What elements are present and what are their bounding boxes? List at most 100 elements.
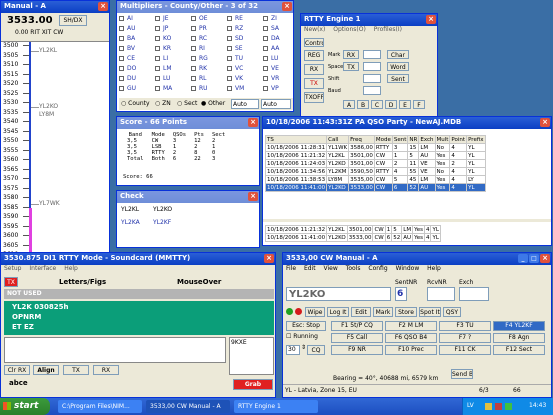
edit-button[interactable]: Edit bbox=[351, 307, 371, 317]
taskbar-item[interactable]: C:\Program Files\NIM... bbox=[58, 400, 142, 413]
table-row[interactable]: 10/18/2006 11:24:03 YL2KO 3501,00 CW 2 11 VE Ye… bbox=[264, 159, 486, 168]
score-titlebar[interactable]: Score - 66 Points × bbox=[117, 117, 259, 129]
multiplier-cell[interactable]: CE bbox=[127, 55, 135, 62]
function-key[interactable]: F9 NR bbox=[331, 345, 383, 355]
store-button[interactable]: Store bbox=[395, 307, 417, 317]
multiplier-cell[interactable]: LM bbox=[163, 65, 172, 72]
letter-c[interactable]: C bbox=[371, 100, 383, 109]
close-icon[interactable]: × bbox=[426, 15, 436, 24]
log-header[interactable]: Mult bbox=[434, 135, 451, 144]
minimize-icon[interactable]: _ bbox=[518, 254, 528, 263]
word-button[interactable]: Word bbox=[387, 62, 409, 71]
call-input[interactable]: YL2KO bbox=[286, 287, 391, 301]
txoff-button[interactable]: TXOFF bbox=[304, 92, 324, 103]
log-header[interactable]: Call bbox=[326, 135, 350, 144]
multiplier-cell[interactable]: VM bbox=[235, 85, 244, 92]
multiplier-cell[interactable]: BA bbox=[127, 35, 135, 42]
rtty-mid-tx[interactable]: TX bbox=[343, 62, 359, 71]
multiplier-cell[interactable]: RC bbox=[199, 35, 207, 42]
multiplier-cell[interactable]: MA bbox=[163, 85, 172, 92]
bandmap-spot[interactable]: YL2KL bbox=[39, 47, 57, 54]
multiplier-cell[interactable]: DO bbox=[127, 65, 136, 72]
spot-it-button[interactable]: Spot It bbox=[419, 307, 441, 317]
exch-field[interactable] bbox=[459, 287, 489, 301]
table-row[interactable]: 10/18/2006 11:21:32 YL2KL 3501,00 CW 1 5 LM Yes… bbox=[264, 225, 441, 234]
menu-interface[interactable]: Interface bbox=[29, 265, 56, 272]
log-header[interactable]: Point bbox=[449, 135, 468, 144]
sent-nr-field[interactable]: 6 bbox=[395, 287, 407, 301]
check-titlebar[interactable]: Check × bbox=[117, 191, 259, 203]
send-button[interactable]: Send B bbox=[451, 369, 473, 379]
letter-e[interactable]: E bbox=[399, 100, 411, 109]
log-splitter[interactable] bbox=[263, 219, 551, 222]
multiplier-cell[interactable]: RL bbox=[199, 75, 207, 82]
table-row[interactable]: 10/18/2006 11:41:00 YL2KO 3533,00 CW 6 52 AU Ye… bbox=[264, 233, 441, 242]
letter-f[interactable]: F bbox=[413, 100, 425, 109]
multiplier-cell[interactable]: SE bbox=[235, 45, 243, 52]
table-row[interactable]: 10/18/2006 11:34:56 YL2KM 3590,50 RTTY 4 55 VE… bbox=[264, 167, 486, 176]
menu-options[interactable]: Options(O) bbox=[333, 26, 366, 33]
function-key[interactable]: F7 ? bbox=[439, 333, 491, 343]
mmtty-tx-send-button[interactable]: TX bbox=[63, 365, 89, 375]
taskbar-item[interactable]: 3533,00 CW Manual - A bbox=[146, 400, 230, 413]
log-header[interactable]: Exch bbox=[418, 135, 436, 144]
multipliers-select-1[interactable]: Auto bbox=[231, 99, 259, 109]
qsy-button[interactable]: QSY bbox=[443, 307, 461, 317]
radio-zn[interactable]: ○ ZN bbox=[155, 100, 171, 107]
close-icon[interactable]: × bbox=[282, 2, 292, 11]
multiplier-cell[interactable]: VP bbox=[271, 85, 279, 92]
multiplier-cell[interactable]: LU bbox=[271, 55, 278, 62]
bandmap-spot[interactable]: YL7WK bbox=[39, 200, 60, 207]
mmtty-side-pane[interactable]: 9KXE bbox=[229, 337, 274, 375]
table-row[interactable]: 10/18/2006 11:41:00 YL2KO 3533,00 CW 6 52 AU Ye… bbox=[264, 183, 486, 192]
function-key[interactable]: F1 5t/P CQ bbox=[331, 321, 383, 331]
log-header[interactable]: TS bbox=[264, 135, 328, 144]
menu-help[interactable]: Help bbox=[64, 265, 78, 272]
multiplier-cell[interactable]: TU bbox=[235, 55, 243, 62]
log-header[interactable]: Freq bbox=[348, 135, 375, 144]
menu-new[interactable]: New(x) bbox=[304, 26, 325, 33]
log-it-button[interactable]: Log It bbox=[327, 307, 349, 317]
function-key[interactable]: F11 CK bbox=[439, 345, 491, 355]
menu-file[interactable]: File bbox=[286, 265, 296, 272]
multiplier-cell[interactable]: LI bbox=[163, 55, 168, 62]
menu-edit[interactable]: Edit bbox=[304, 265, 316, 272]
multiplier-cell[interactable]: DA bbox=[271, 35, 280, 42]
reg-button[interactable]: REG bbox=[304, 50, 324, 61]
sent-button[interactable]: Sent bbox=[387, 74, 409, 83]
multiplier-cell[interactable]: KO bbox=[163, 35, 171, 42]
mmtty-titlebar[interactable]: 3530.875 DI1 RTTY Mode - Soundcard (MMTT… bbox=[1, 253, 275, 265]
multiplier-cell[interactable]: VR bbox=[271, 75, 279, 82]
rtty-field[interactable] bbox=[363, 74, 381, 83]
multiplier-cell[interactable]: RE bbox=[235, 15, 243, 22]
menu-help[interactable]: Help bbox=[427, 265, 441, 272]
function-key[interactable]: F10 Prec bbox=[385, 345, 437, 355]
log-header[interactable]: NR bbox=[407, 135, 420, 144]
function-key[interactable]: F4 YL2KF bbox=[493, 321, 545, 331]
table-row[interactable]: 10/18/2006 11:21:32 YL2KL 3501,00 CW 1 5 AU Yes… bbox=[264, 151, 486, 160]
mmtty-tx-pane[interactable] bbox=[4, 337, 226, 363]
table-row[interactable]: 10/18/2006 11:28:31 YL1WK 3586,00 RTTY 3 15 LM… bbox=[264, 143, 486, 152]
multiplier-cell[interactable]: VE bbox=[271, 65, 279, 72]
maximize-icon[interactable]: □ bbox=[529, 254, 539, 263]
radio-sect[interactable]: ○ Sect bbox=[177, 100, 197, 107]
radio-other[interactable]: ● Other bbox=[201, 100, 225, 107]
letter-a[interactable]: A bbox=[343, 100, 355, 109]
multiplier-cell[interactable]: JE bbox=[163, 15, 169, 22]
grab-button[interactable]: Grab bbox=[233, 379, 273, 390]
close-icon[interactable]: × bbox=[264, 254, 274, 263]
letter-d[interactable]: D bbox=[385, 100, 397, 109]
multiplier-cell[interactable]: LU bbox=[163, 75, 170, 82]
cw-titlebar[interactable]: 3533,00 CW Manual - A _ □ × bbox=[283, 253, 551, 265]
align-button[interactable]: Align bbox=[33, 365, 59, 375]
bandmap-spot[interactable]: YL2KO bbox=[39, 103, 58, 110]
tray-icon[interactable] bbox=[495, 403, 502, 410]
close-icon[interactable]: × bbox=[248, 192, 258, 201]
log-header[interactable]: Sent bbox=[391, 135, 409, 144]
function-key[interactable]: F5 Call bbox=[331, 333, 383, 343]
menu-window[interactable]: Window bbox=[396, 265, 420, 272]
mmtty-rx-pane[interactable]: YL2K 030825h OPNRM ET EZ bbox=[4, 301, 274, 335]
running-checkbox[interactable]: ☐ Running bbox=[286, 333, 318, 340]
mmtty-tx-button[interactable]: TX bbox=[4, 277, 18, 287]
tray-icon[interactable] bbox=[485, 403, 492, 410]
